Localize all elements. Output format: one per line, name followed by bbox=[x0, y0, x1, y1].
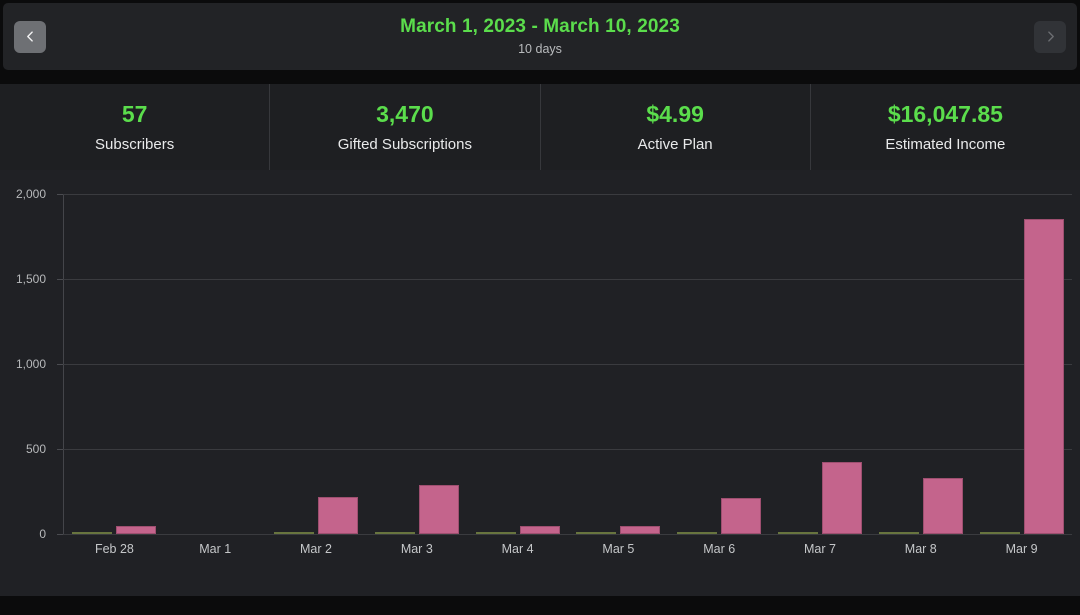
chart-x-tick-label: Mar 9 bbox=[971, 542, 1072, 556]
chart-bar-group bbox=[870, 194, 971, 534]
chart-bar[interactable] bbox=[520, 526, 560, 535]
chart-bar[interactable] bbox=[1024, 219, 1064, 534]
chart-gridline bbox=[63, 534, 1072, 535]
chart-bar[interactable] bbox=[721, 498, 761, 534]
stat-value: 57 bbox=[122, 103, 148, 126]
stat-card: $16,047.85 Estimated Income bbox=[811, 84, 1080, 170]
chart-bar[interactable] bbox=[677, 532, 717, 534]
stat-label: Gifted Subscriptions bbox=[338, 137, 472, 152]
chart-y-tick-mark bbox=[57, 449, 63, 450]
stat-value: $4.99 bbox=[646, 103, 704, 126]
chart-bar[interactable] bbox=[879, 532, 919, 534]
date-range-title: March 1, 2023 - March 10, 2023 bbox=[400, 17, 680, 36]
chart-bar[interactable] bbox=[375, 532, 415, 534]
stat-card: $4.99 Active Plan bbox=[541, 84, 811, 170]
chart-x-tick-label: Mar 7 bbox=[770, 542, 871, 556]
chart-bar[interactable] bbox=[419, 485, 459, 534]
chart-footer-strip bbox=[0, 596, 1080, 614]
chart-bar[interactable] bbox=[116, 526, 156, 535]
chart-x-tick-label: Mar 6 bbox=[669, 542, 770, 556]
chart-bar-group bbox=[467, 194, 568, 534]
stat-label: Active Plan bbox=[638, 137, 713, 152]
summary-stats-row: 57 Subscribers 3,470 Gifted Subscriptions $4… bbox=[0, 84, 1080, 170]
next-period-button[interactable] bbox=[1034, 21, 1066, 53]
chart-y-tick-mark bbox=[57, 279, 63, 280]
chart-plot-area: 05001,0001,5002,000 bbox=[63, 194, 1072, 534]
chart-bar-group bbox=[770, 194, 871, 534]
chart-bars bbox=[64, 194, 1072, 534]
chart-bar-group bbox=[266, 194, 367, 534]
chart-bar[interactable] bbox=[72, 532, 112, 534]
chart-bar[interactable] bbox=[576, 532, 616, 534]
stat-label: Estimated Income bbox=[885, 137, 1005, 152]
chart-y-tick-mark bbox=[57, 194, 63, 195]
chart-bar[interactable] bbox=[980, 532, 1020, 534]
chart-bar[interactable] bbox=[620, 526, 660, 535]
chart-y-tick-mark bbox=[57, 534, 63, 535]
chart-x-tick-label: Mar 5 bbox=[568, 542, 669, 556]
chart-bar[interactable] bbox=[822, 462, 862, 534]
chart-bar[interactable] bbox=[476, 532, 516, 534]
stat-value: $16,047.85 bbox=[888, 103, 1003, 126]
chart-bar[interactable] bbox=[923, 478, 963, 534]
subscriptions-bar-chart: 05001,0001,5002,000 Feb 28Mar 1Mar 2Mar … bbox=[0, 170, 1080, 614]
chevron-left-icon bbox=[24, 30, 37, 43]
stat-card: 57 Subscribers bbox=[0, 84, 270, 170]
chart-bar[interactable] bbox=[274, 532, 314, 534]
chart-bar-group bbox=[568, 194, 669, 534]
subscriptions-dashboard: March 1, 2023 - March 10, 2023 10 days 5… bbox=[0, 0, 1080, 615]
previous-period-button[interactable] bbox=[14, 21, 46, 53]
chart-y-tick-label: 2,000 bbox=[0, 187, 46, 201]
chart-y-tick-label: 1,500 bbox=[0, 272, 46, 286]
stat-value: 3,470 bbox=[376, 103, 434, 126]
chart-x-tick-label: Mar 1 bbox=[165, 542, 266, 556]
chart-bar-group bbox=[165, 194, 266, 534]
chart-bar[interactable] bbox=[318, 497, 358, 534]
chart-x-tick-label: Mar 3 bbox=[366, 542, 467, 556]
chart-y-tick-label: 500 bbox=[0, 442, 46, 456]
chart-bar[interactable] bbox=[778, 532, 818, 534]
chart-bar-group bbox=[366, 194, 467, 534]
chart-x-tick-label: Mar 4 bbox=[467, 542, 568, 556]
chart-x-tick-label: Mar 2 bbox=[266, 542, 367, 556]
chart-y-tick-label: 1,000 bbox=[0, 357, 46, 371]
date-range-text-group: March 1, 2023 - March 10, 2023 10 days bbox=[400, 17, 680, 56]
stat-label: Subscribers bbox=[95, 137, 174, 152]
chart-bar-group bbox=[64, 194, 165, 534]
stat-card: 3,470 Gifted Subscriptions bbox=[270, 84, 540, 170]
chart-x-tick-label: Mar 8 bbox=[870, 542, 971, 556]
chevron-right-icon bbox=[1044, 30, 1057, 43]
chart-y-tick-mark bbox=[57, 364, 63, 365]
chart-x-tick-label: Feb 28 bbox=[64, 542, 165, 556]
date-range-duration: 10 days bbox=[400, 43, 680, 56]
date-range-bar: March 1, 2023 - March 10, 2023 10 days bbox=[3, 3, 1077, 70]
chart-bar-group bbox=[971, 194, 1072, 534]
date-range-header: March 1, 2023 - March 10, 2023 10 days bbox=[0, 0, 1080, 70]
summary-stats-section: 57 Subscribers 3,470 Gifted Subscriptions $4… bbox=[0, 70, 1080, 170]
chart-bar-group bbox=[669, 194, 770, 534]
chart-y-tick-label: 0 bbox=[0, 527, 46, 541]
chart-x-axis-labels: Feb 28Mar 1Mar 2Mar 3Mar 4Mar 5Mar 6Mar … bbox=[64, 542, 1072, 556]
